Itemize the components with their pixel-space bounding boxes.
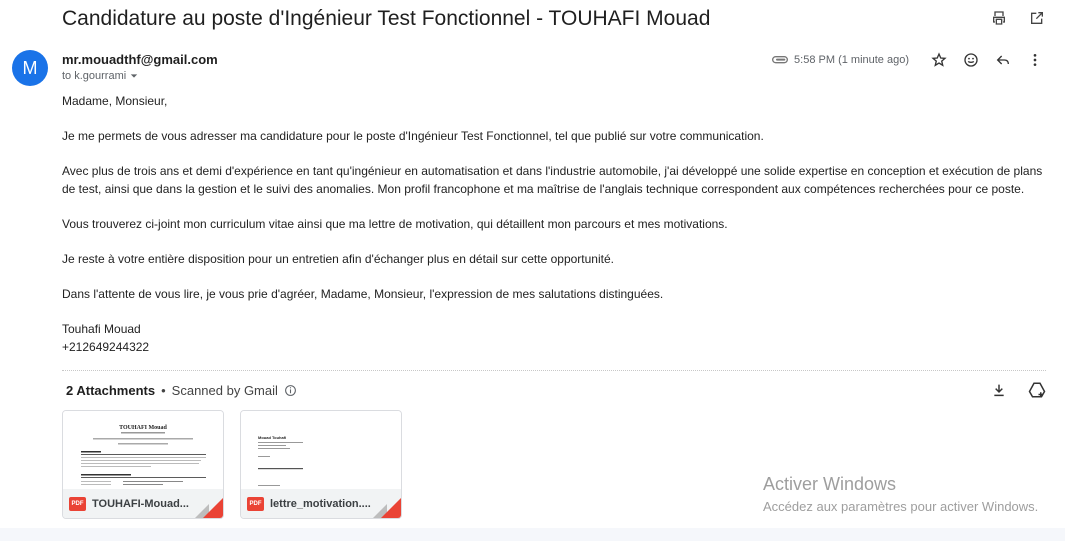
attachment-name: lettre_motivation.... — [270, 497, 371, 510]
attachments-actions — [989, 380, 1047, 400]
download-icon[interactable] — [989, 380, 1009, 400]
scan-label: Scanned by Gmail — [171, 383, 278, 398]
email-subject: Candidature au poste d'Ingénieur Test Fo… — [62, 7, 711, 30]
reply-icon[interactable] — [993, 50, 1013, 70]
watermark-title: Activer Windows — [763, 474, 897, 494]
attachment-name: TOUHAFI-Mouad... — [92, 497, 189, 510]
recipient-line[interactable]: to k.gourrami — [62, 70, 138, 82]
bottom-bar — [0, 528, 1065, 541]
add-to-drive-icon[interactable] — [1027, 380, 1047, 400]
star-icon[interactable] — [929, 50, 949, 70]
paragraph-5: Dans l'attente de vous lire, je vous pri… — [62, 287, 664, 301]
attachments-count: 2 Attachments — [66, 383, 156, 398]
paragraph-3: Vous trouverez ci-joint mon curriculum v… — [62, 217, 728, 231]
thumb-title: TOUHAFI Mouad — [119, 425, 167, 431]
pdf-corner — [381, 498, 401, 518]
timestamp: 5:58 PM (1 minute ago) — [772, 54, 909, 66]
signature-name: Touhafi Mouad — [62, 322, 141, 336]
windows-activation-watermark: Activer Windows Accédez aux paramètres p… — [763, 474, 1038, 514]
print-icon[interactable] — [989, 8, 1009, 28]
sender-email[interactable]: mr.mouadthf@gmail.com — [62, 52, 218, 67]
thumb-title: Mouad Touhafi — [258, 435, 286, 440]
chevron-down-icon[interactable] — [130, 72, 138, 80]
paragraph-2: Avec plus de trois ans et demi d'expérie… — [62, 164, 1043, 196]
separator: • — [161, 383, 166, 398]
divider — [62, 370, 1046, 371]
more-vert-icon[interactable] — [1025, 50, 1045, 70]
open-in-new-icon[interactable] — [1027, 8, 1047, 28]
paragraph-1: Je me permets de vous adresser ma candid… — [62, 129, 764, 143]
emoji-icon[interactable] — [961, 50, 981, 70]
top-actions — [989, 8, 1047, 28]
signature-phone: +212649244322 — [62, 340, 150, 354]
greeting: Madame, Monsieur, — [62, 94, 168, 108]
recipient-label: to k.gourrami — [62, 70, 127, 82]
pdf-icon: PDF — [69, 496, 86, 511]
attachments-header: 2 Attachments • Scanned by Gmail — [66, 383, 297, 398]
email-body: Madame, Monsieur, Je me permets de vous … — [62, 92, 1047, 356]
message-meta: 5:58 PM (1 minute ago) — [772, 50, 1045, 70]
watermark-subtitle: Accédez aux paramètres pour activer Wind… — [763, 499, 1039, 514]
pdf-icon: PDF — [247, 496, 264, 511]
paperclip-icon — [772, 56, 789, 64]
pdf-corner — [203, 498, 223, 518]
attachment-card[interactable]: TOUHAFI Mouad PDF TOUHAFI-Mouad... — [62, 410, 224, 519]
timestamp-text: 5:58 PM (1 minute ago) — [794, 54, 909, 66]
avatar[interactable]: M — [12, 50, 48, 86]
attachment-thumbnail: TOUHAFI Mouad — [63, 411, 223, 489]
attachment-thumbnail: Mouad Touhafi — [241, 411, 401, 489]
info-icon[interactable] — [284, 384, 297, 397]
paragraph-4: Je reste à votre entière disposition pou… — [62, 252, 614, 266]
attachment-card[interactable]: Mouad Touhafi PDF lettre_motivation.... — [240, 410, 402, 519]
signature: Touhafi Mouad +212649244322 — [62, 320, 1047, 356]
